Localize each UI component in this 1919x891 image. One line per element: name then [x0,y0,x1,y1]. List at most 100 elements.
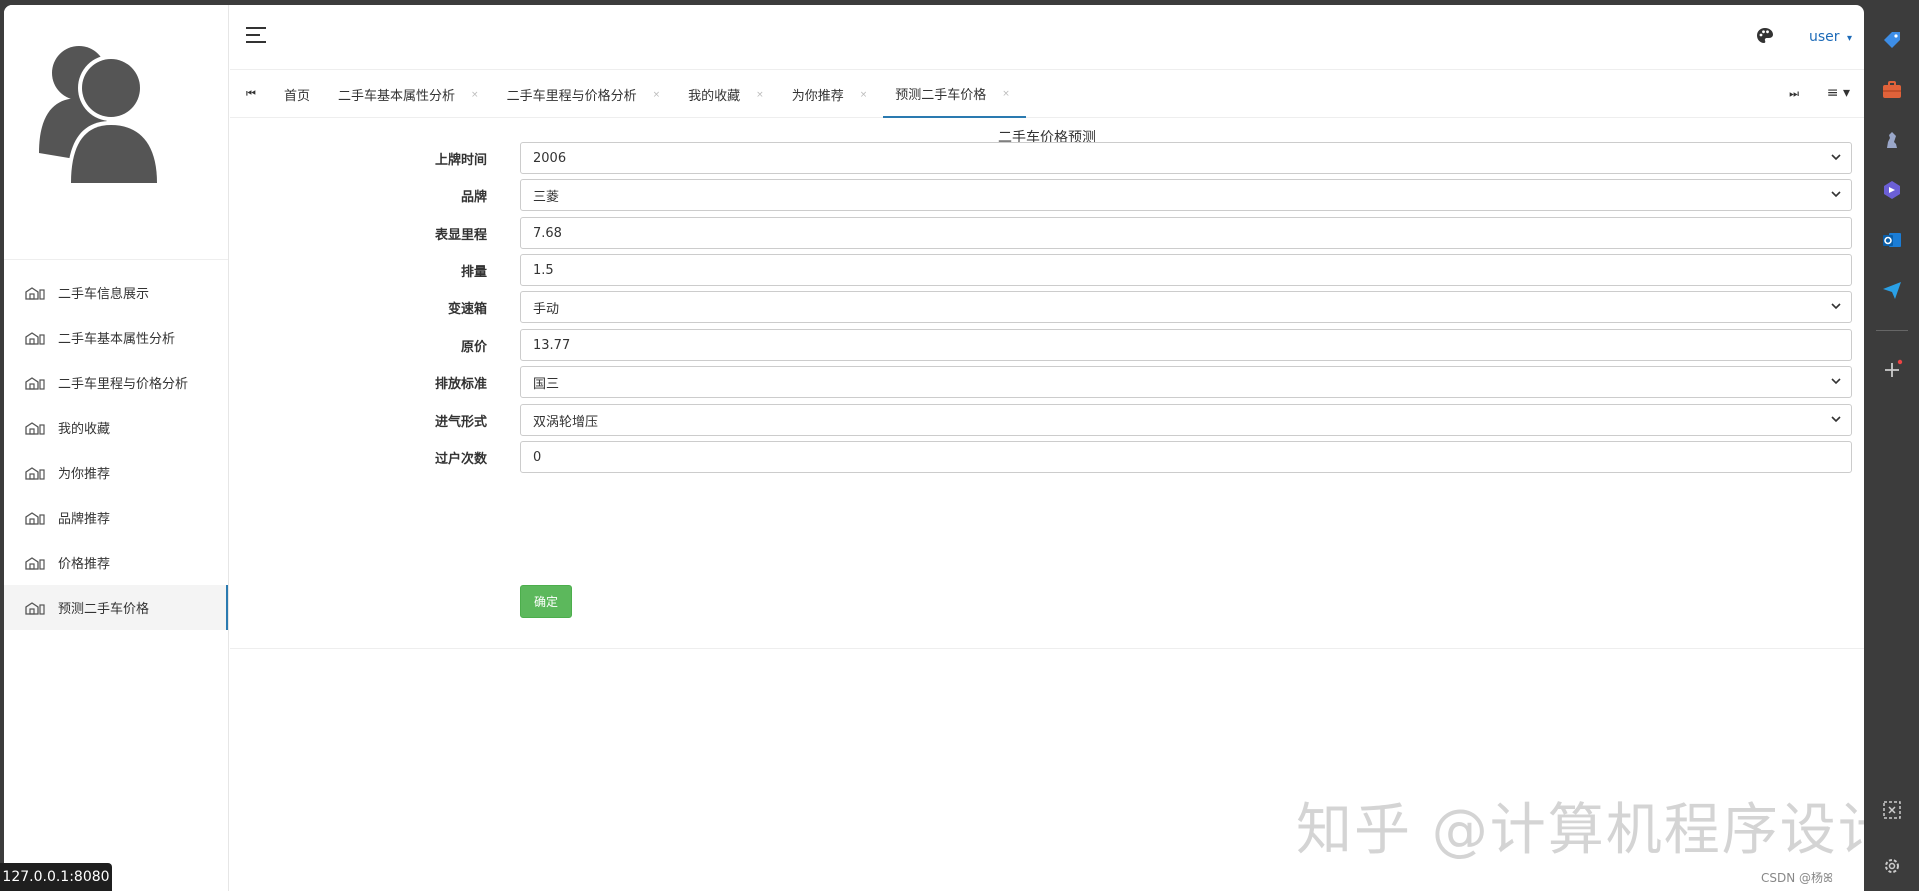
scroll-tabs-left-icon[interactable]: ⏮ [246,87,256,101]
confirm-button[interactable]: 确定 [520,585,572,618]
text-field[interactable]: 0 [520,441,1852,473]
rail-divider [1876,330,1908,331]
palette-icon[interactable] [1756,27,1774,45]
tab-options-menu-icon[interactable]: ≡ ▾ [1827,85,1850,101]
tag-icon[interactable] [1880,28,1904,52]
send-icon[interactable] [1880,278,1904,302]
field-value: 0 [533,449,542,465]
tab-label: 二手车里程与价格分析 [506,89,637,104]
field-label: 原价 [460,340,487,355]
tab[interactable]: 预测二手车价格 × [883,71,1026,118]
select-field[interactable]: 2006 [520,142,1852,174]
tab[interactable]: 二手车基本属性分析 × [326,71,495,118]
user-menu[interactable]: user ▾ [1809,29,1852,45]
text-field[interactable]: 1.5 [520,254,1852,286]
sidebar-item[interactable]: 我的收藏 [4,405,228,450]
field-value: 7.68 [533,225,562,241]
sidebar-item[interactable]: 预测二手车价格 [4,585,228,630]
field-value: 手动 [533,301,560,317]
sidebar-item[interactable]: 二手车里程与价格分析 [4,360,228,405]
sidebar-item[interactable]: 二手车信息展示 [4,270,228,315]
sidebar-item-label: 价格推荐 [58,557,111,572]
field-value: 13.77 [533,337,571,353]
field-label: 变速箱 [447,302,487,317]
scroll-tabs-right-icon[interactable]: ⏭ [1789,87,1799,101]
form-row: 原价 13.77 [230,329,1864,361]
sidebar-item-label: 二手车里程与价格分析 [58,377,189,392]
field-value: 1.5 [533,262,554,278]
field-label: 排量 [460,265,487,280]
sidebar-nav: 二手车信息展示二手车基本属性分析 二手车里程与价格分析 我的收藏为你推荐品牌推荐价格… [4,270,228,630]
dashboard-icon [25,286,45,300]
dashboard-icon [25,466,45,480]
field-value: 三菱 [533,189,560,205]
field-label: 过户次数 [434,452,487,467]
screenshot-icon[interactable] [1880,798,1904,822]
sidebar-item[interactable]: 二手车基本属性分析 [4,315,228,360]
sidebar-item-label: 二手车信息展示 [58,287,150,302]
field-label: 进气形式 [434,415,487,430]
top-bar: user ▾ [230,5,1864,70]
tab[interactable]: 首页 [272,71,326,118]
select-field[interactable]: 三菱 [520,179,1852,211]
add-icon[interactable] [1880,358,1904,382]
sidebar-item[interactable]: 价格推荐 [4,540,228,585]
tab-list: 首页 二手车基本属性分析 × 二手车里程与价格分析 × 我的收藏 × 为你推荐 × 预测二手车价格… [272,71,1026,118]
field-label: 表显里程 [434,228,487,243]
close-icon[interactable]: × [756,90,764,100]
tab-label: 预测二手车价格 [895,88,987,103]
chevron-down-icon [1831,378,1841,385]
form-row: 排量 1.5 [230,254,1864,286]
avatar [4,5,228,260]
form-row: 变速箱 手动 [230,291,1864,323]
sidebar: 二手车信息展示二手车基本属性分析 二手车里程与价格分析 我的收藏为你推荐品牌推荐价格… [4,5,229,891]
browser-page: 二手车信息展示 二手车基本属性分析 二手车里程与价格分析 我的收藏 为你推荐 品牌推荐 价格… [4,5,1864,891]
dashboard-icon [25,556,45,570]
chess-icon[interactable] [1880,128,1904,152]
sidebar-item-label: 二手车基本属性分析 [58,332,176,347]
dashboard-icon [25,421,45,435]
copilot-icon[interactable] [1880,178,1904,202]
field-value: 2006 [533,150,567,166]
field-value: 双涡轮增压 [533,414,599,430]
sidebar-item-label: 预测二手车价格 [58,602,150,617]
briefcase-icon[interactable] [1880,78,1904,102]
text-field[interactable]: 13.77 [520,329,1852,361]
outlook-icon[interactable] [1880,228,1904,252]
sidebar-item[interactable]: 为你推荐 [4,450,228,495]
close-icon[interactable]: × [471,90,479,100]
dashboard-icon [25,376,45,390]
close-icon[interactable]: × [1002,89,1010,99]
form-row: 上牌时间 2006 [230,142,1864,174]
field-value: 国三 [533,376,560,392]
sidebar-item-label: 为你推荐 [58,467,111,482]
tab[interactable]: 我的收藏 × [676,71,780,118]
chevron-down-icon: ▾ [1846,33,1852,44]
tab-label: 我的收藏 [688,89,741,104]
tab[interactable]: 为你推荐 × [780,71,884,118]
settings-icon[interactable] [1880,854,1904,878]
field-label: 上牌时间 [434,153,487,168]
sidebar-item-label: 我的收藏 [58,422,111,437]
form-row: 品牌 三菱 [230,179,1864,211]
sidebar-item-label: 品牌推荐 [58,512,111,527]
close-icon[interactable]: × [860,90,868,100]
tab[interactable]: 二手车里程与价格分析 × [495,71,677,118]
text-field[interactable]: 7.68 [520,217,1852,249]
form-row: 排放标准 国三 [230,366,1864,398]
close-icon[interactable]: × [653,90,661,100]
dashboard-icon [25,331,45,345]
chevron-down-icon [1831,303,1841,310]
browser-side-rail [1864,0,1919,891]
field-label: 品牌 [460,190,487,205]
sidebar-item[interactable]: 品牌推荐 [4,495,228,540]
menu-toggle-icon[interactable] [246,27,266,43]
chevron-down-icon [1831,154,1841,161]
select-field[interactable]: 手动 [520,291,1852,323]
tab-bar: ⏮ 首页 二手车基本属性分析 × 二手车里程与价格分析 × 我的收藏 × 为你推荐 × 预测二手车… [230,71,1864,118]
tab-label: 为你推荐 [791,89,844,104]
chevron-down-icon [1831,416,1841,423]
select-field[interactable]: 国三 [520,366,1852,398]
select-field[interactable]: 双涡轮增压 [520,404,1852,436]
credit-text: CSDN @杨ꕤ [1760,871,1833,885]
